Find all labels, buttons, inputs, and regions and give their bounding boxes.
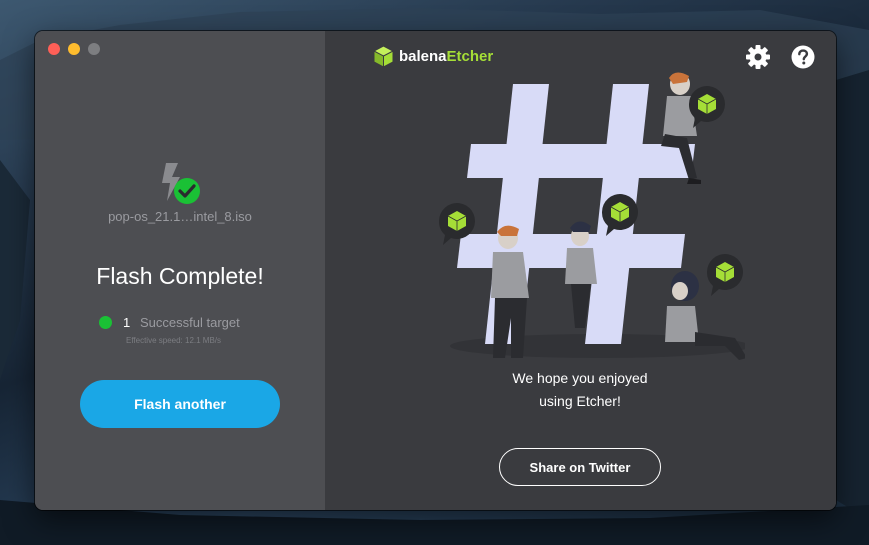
celebration-illustration <box>438 72 745 360</box>
window-minimize-button[interactable] <box>68 43 80 55</box>
share-on-twitter-button[interactable]: Share on Twitter <box>499 448 661 486</box>
help-icon[interactable] <box>790 44 816 70</box>
speech-bubble-right <box>706 254 743 296</box>
window-maximize-button[interactable] <box>88 43 100 55</box>
brand-balena: balena <box>399 47 447 65</box>
message-line-1: We hope you enjoyed <box>512 370 648 386</box>
etcher-window: pop-os_21.1…intel_8.iso Flash Complete! … <box>35 31 836 510</box>
balena-cube-icon <box>373 44 394 68</box>
gear-icon[interactable] <box>745 44 771 70</box>
effective-speed: Effective speed: 12.1 MB/s <box>126 336 222 345</box>
status-panel: pop-os_21.1…intel_8.iso Flash Complete! … <box>35 31 325 510</box>
balena-etcher-logo: balena Etcher <box>373 44 493 68</box>
flash-another-button[interactable]: Flash another <box>80 380 280 428</box>
thank-you-message: We hope you enjoyed using Etcher! <box>480 367 680 413</box>
image-filename: pop-os_21.1…intel_8.iso <box>108 209 252 224</box>
speech-bubble-top <box>688 86 725 128</box>
flash-complete-title: Flash Complete! <box>96 263 264 289</box>
brand-etcher: Etcher <box>446 47 494 65</box>
window-close-button[interactable] <box>48 43 60 55</box>
flash-success-icon <box>162 163 200 204</box>
success-count: 1 <box>123 315 131 330</box>
success-label: Successful target <box>140 315 240 330</box>
success-status-dot <box>99 316 112 329</box>
message-line-2: using Etcher! <box>539 393 621 409</box>
success-panel: balena Etcher We hope you enjoyed using … <box>325 31 836 510</box>
